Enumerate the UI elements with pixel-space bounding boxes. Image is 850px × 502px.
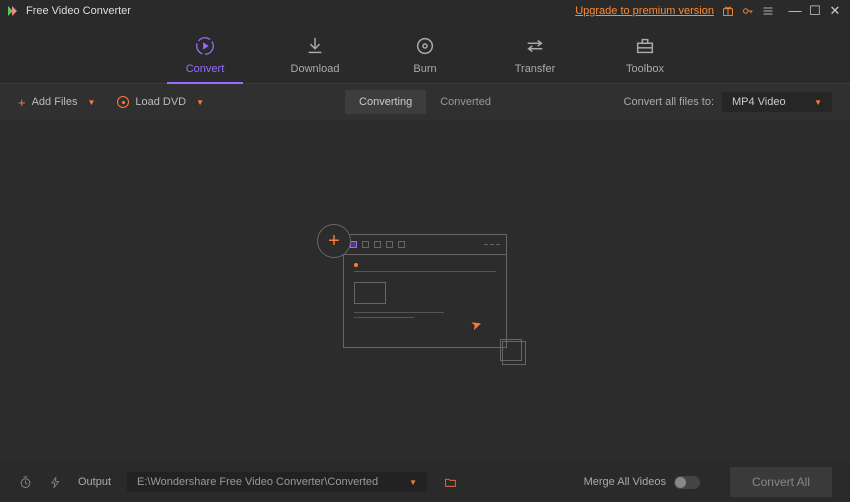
convert-icon [194,35,216,57]
output-path-select[interactable]: E:\Wondershare Free Video Converter\Conv… [127,472,427,492]
placeholder-illustration: + ➤ [343,234,507,348]
maximize-button[interactable]: ☐ [808,3,822,19]
merge-label: Merge All Videos [584,476,666,488]
burn-icon [414,35,436,57]
output-format-select[interactable]: MP4 Video ▼ [722,92,832,112]
logo-icon [8,6,22,16]
gift-icon[interactable] [722,5,734,17]
merge-toggle[interactable] [674,476,700,489]
key-icon[interactable] [742,5,754,17]
tab-toolbox[interactable]: Toolbox [613,35,677,83]
close-button[interactable]: ✕ [828,3,842,19]
chevron-down-icon: ▼ [814,98,822,107]
converting-tab[interactable]: Converting [345,90,426,114]
add-files-label: Add Files [32,96,78,108]
tab-convert[interactable]: Convert [173,35,237,83]
plus-icon: + [18,95,26,110]
add-circle-icon: + [317,224,351,258]
chevron-down-icon: ▼ [87,98,95,107]
chevron-down-icon: ▼ [409,478,417,487]
load-dvd-label: Load DVD [135,96,186,108]
titlebar: Free Video Converter Upgrade to premium … [0,0,850,22]
menu-icon[interactable] [762,5,774,17]
toolbar: + Add Files ▼ Load DVD ▼ Converting Conv… [0,84,850,120]
tab-download[interactable]: Download [283,35,347,83]
app-title: Free Video Converter [26,5,131,17]
converted-tab[interactable]: Converted [426,90,505,114]
drop-zone[interactable]: + ➤ [0,120,850,462]
output-format-value: MP4 Video [732,96,786,108]
dvd-icon [117,96,129,108]
convert-to-label: Convert all files to: [624,96,714,108]
clock-icon[interactable] [18,475,33,490]
transfer-icon [524,35,546,57]
tab-label: Convert [186,63,225,75]
app-logo: Free Video Converter [8,5,131,17]
tab-label: Transfer [515,63,556,75]
minimize-button[interactable]: — [788,3,802,19]
tab-burn[interactable]: Burn [393,35,457,83]
upgrade-link[interactable]: Upgrade to premium version [575,5,714,17]
toolbox-icon [634,35,656,57]
open-folder-button[interactable] [443,476,458,489]
output-label: Output [78,476,111,488]
output-path-value: E:\Wondershare Free Video Converter\Conv… [137,476,378,488]
tab-label: Toolbox [626,63,664,75]
status-segment: Converting Converted [345,90,505,114]
download-icon [304,35,326,57]
load-dvd-button[interactable]: Load DVD ▼ [117,96,204,108]
tab-label: Burn [413,63,436,75]
footer: Output E:\Wondershare Free Video Convert… [0,462,850,502]
cursor-icon: ➤ [469,316,484,335]
chevron-down-icon: ▼ [196,98,204,107]
convert-all-button[interactable]: Convert All [730,467,832,497]
main-tabs: Convert Download Burn Transfer Toolbox [0,22,850,84]
add-files-button[interactable]: + Add Files ▼ [18,95,95,110]
tab-transfer[interactable]: Transfer [503,35,567,83]
bolt-icon[interactable] [49,475,62,490]
tab-label: Download [291,63,340,75]
